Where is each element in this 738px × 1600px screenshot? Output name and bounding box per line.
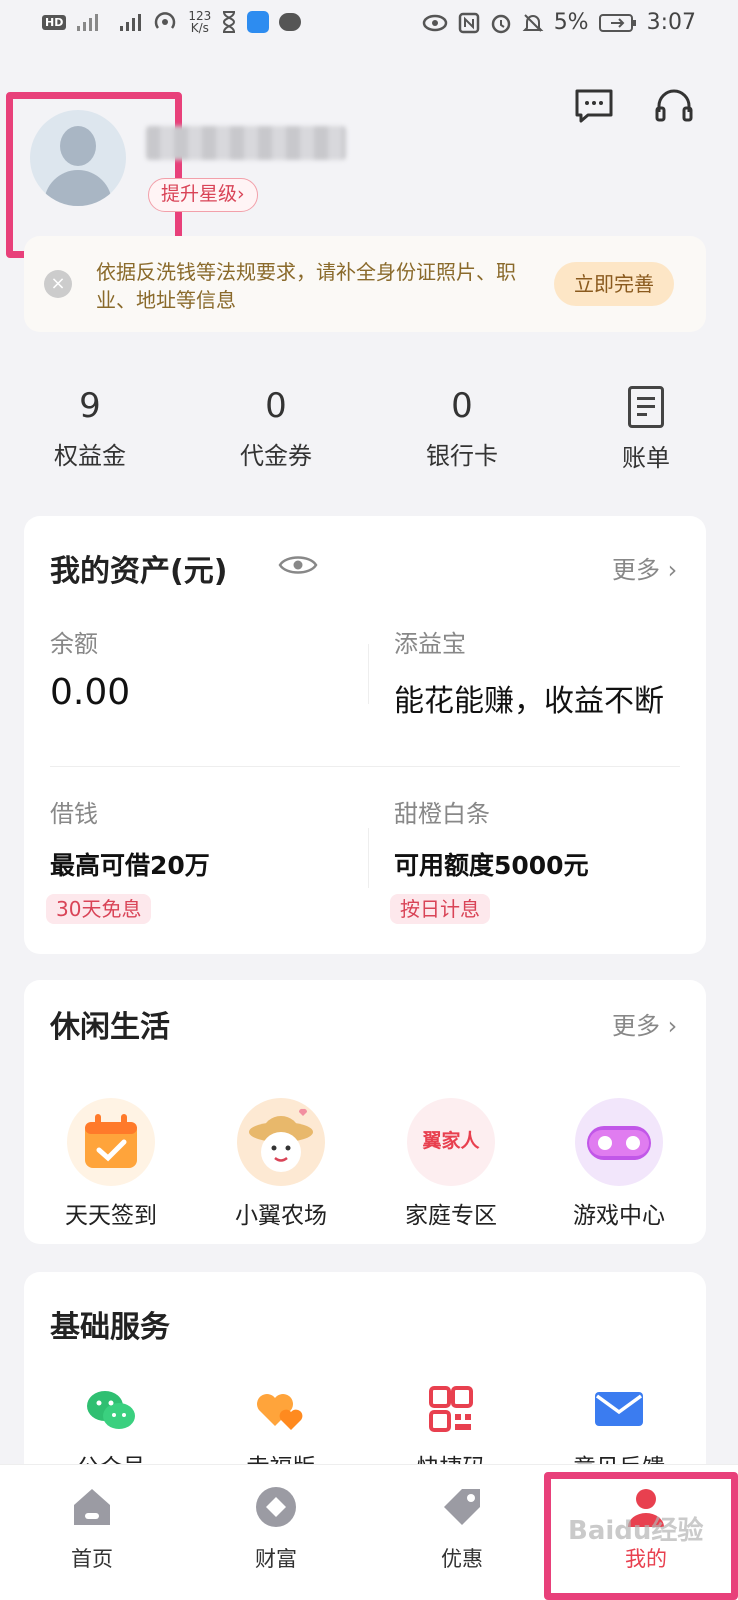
upgrade-level-button[interactable]: 提升星级› bbox=[148, 178, 258, 212]
qrcode-icon bbox=[423, 1386, 479, 1434]
assets-title: 我的资产(元) bbox=[50, 554, 228, 589]
signal-4g-icon bbox=[120, 14, 142, 31]
stat-label: 账单 bbox=[622, 444, 670, 472]
message-icon[interactable] bbox=[574, 88, 614, 124]
clock: 3:07 bbox=[646, 10, 696, 35]
leisure-item-games[interactable]: 游戏中心 bbox=[544, 1098, 694, 1230]
stat-label: 权益金 bbox=[54, 442, 126, 470]
status-right: 5% 3:07 bbox=[422, 10, 696, 35]
mute-icon bbox=[522, 13, 544, 32]
wechat-icon bbox=[83, 1386, 139, 1434]
tab-label: 优惠 bbox=[441, 1547, 483, 1571]
bill-icon bbox=[628, 386, 664, 428]
battery-icon bbox=[598, 13, 636, 32]
stat-value: 0 bbox=[451, 386, 473, 426]
hotspot-icon bbox=[155, 12, 176, 29]
assets-card: 我的资产(元) 更多 › 余额 0.00 添益宝 能花能赚，收益不断 借钱 最高… bbox=[24, 516, 706, 954]
fund-value[interactable]: 能花能赚，收益不断 bbox=[394, 676, 664, 720]
leisure-item-label: 天天签到 bbox=[65, 1203, 157, 1229]
tab-wealth[interactable]: 财富 bbox=[216, 1485, 336, 1573]
tab-label: 首页 bbox=[71, 1547, 113, 1571]
mail-icon bbox=[591, 1386, 647, 1434]
tab-label: 财富 bbox=[255, 1547, 297, 1571]
eye-icon bbox=[422, 14, 447, 31]
kyc-notice: × 依据反洗钱等法规要求，请补全身份证照片、职业、地址等信息 立即完善 bbox=[24, 236, 706, 332]
wealth-icon bbox=[256, 1487, 296, 1527]
credit-value[interactable]: 可用额度5000元 bbox=[394, 846, 589, 882]
family-icon-text: 翼家人 bbox=[422, 1130, 480, 1152]
complete-info-button[interactable]: 立即完善 bbox=[554, 262, 674, 306]
borrow-value[interactable]: 最高可借20万 bbox=[50, 846, 210, 882]
status-bar: HD 123 K/s 5% 3:07 bbox=[0, 0, 738, 52]
fund-label: 添益宝 bbox=[394, 630, 466, 658]
stat-label: 代金券 bbox=[240, 442, 312, 470]
leisure-item-family[interactable]: 翼家人 家庭专区 bbox=[376, 1098, 526, 1230]
stat-label: 银行卡 bbox=[426, 442, 498, 470]
balance-label: 余额 bbox=[50, 630, 98, 658]
username-blurred bbox=[146, 126, 346, 160]
borrow-tag: 30天免息 bbox=[46, 894, 152, 924]
credit-tag: 按日计息 bbox=[390, 894, 490, 924]
leisure-item-farm[interactable]: 小翼农场 bbox=[206, 1098, 356, 1230]
status-left: HD 123 K/s bbox=[42, 10, 302, 34]
net-speed: 123 K/s bbox=[188, 10, 211, 34]
upgrade-level-label: 提升星级 bbox=[161, 183, 238, 205]
divider bbox=[368, 828, 369, 888]
leisure-item-label: 游戏中心 bbox=[573, 1203, 665, 1229]
tab-home[interactable]: 首页 bbox=[32, 1485, 152, 1573]
stat-vouchers[interactable]: 0 代金券 bbox=[216, 386, 336, 471]
home-icon bbox=[74, 1489, 110, 1525]
tag-icon bbox=[444, 1489, 480, 1525]
divider bbox=[50, 766, 680, 767]
watermark: Baidu经验 bbox=[568, 1516, 704, 1546]
net-speed-unit: K/s bbox=[190, 21, 209, 35]
stat-value: 0 bbox=[265, 386, 287, 426]
leisure-item-label: 家庭专区 bbox=[405, 1203, 497, 1229]
headset-icon[interactable] bbox=[654, 88, 694, 124]
signal-icon bbox=[77, 14, 99, 31]
credit-label: 甜橙白条 bbox=[394, 800, 490, 828]
stat-bank-cards[interactable]: 0 银行卡 bbox=[402, 386, 522, 471]
wifi-app-icon bbox=[247, 11, 270, 33]
farm-mascot-icon bbox=[237, 1098, 325, 1186]
alarm-icon bbox=[491, 14, 510, 33]
leisure-item-label: 小翼农场 bbox=[235, 1203, 327, 1229]
notice-text: 依据反洗钱等法规要求，请补全身份证照片、职业、地址等信息 bbox=[96, 260, 516, 312]
services-title: 基础服务 bbox=[50, 1310, 170, 1345]
stat-value: 9 bbox=[79, 386, 101, 426]
battery-percent: 5% bbox=[553, 10, 589, 35]
wechat-notify-icon bbox=[279, 13, 302, 31]
leisure-title: 休闲生活 bbox=[50, 1010, 170, 1045]
close-icon[interactable]: × bbox=[44, 270, 72, 298]
assets-more-link[interactable]: 更多 › bbox=[612, 550, 677, 585]
stat-rights[interactable]: 9 权益金 bbox=[30, 386, 150, 471]
avatar-highlight-box bbox=[6, 92, 182, 258]
balance-value[interactable]: 0.00 bbox=[50, 672, 130, 713]
gamepad-icon bbox=[575, 1098, 663, 1186]
eye-toggle-icon[interactable] bbox=[278, 552, 318, 578]
chevron-right-icon: › bbox=[237, 183, 245, 205]
nfc-icon bbox=[458, 12, 479, 33]
family-icon: 翼家人 bbox=[407, 1098, 495, 1186]
leisure-more-link[interactable]: 更多 › bbox=[612, 1006, 677, 1041]
leisure-item-checkin[interactable]: 天天签到 bbox=[36, 1098, 186, 1230]
tab-offers[interactable]: 优惠 bbox=[402, 1485, 522, 1573]
leisure-card: 休闲生活 更多 › 天天签到 小翼农场 翼家人 家庭专区 游戏中心 bbox=[24, 980, 706, 1244]
calendar-check-icon bbox=[67, 1098, 155, 1186]
stat-bill[interactable]: 账单 bbox=[586, 386, 706, 473]
divider bbox=[368, 644, 369, 704]
hearts-icon bbox=[253, 1386, 309, 1434]
borrow-label: 借钱 bbox=[50, 800, 98, 828]
hourglass-icon bbox=[223, 11, 236, 33]
hd-badge: HD bbox=[42, 14, 67, 30]
